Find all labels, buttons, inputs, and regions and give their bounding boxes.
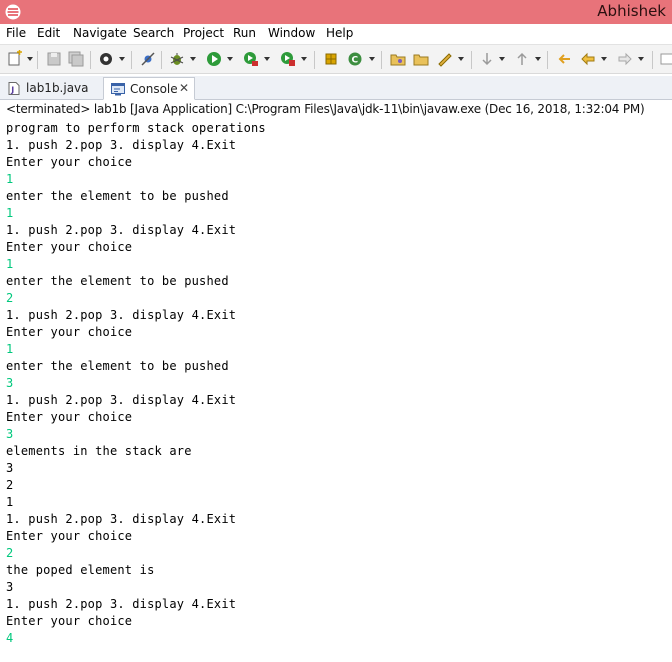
console-input-line: 3 [6, 376, 14, 390]
debug-run-dropdown-icon[interactable] [190, 57, 196, 61]
console-output-line: enter the element to be pushed [6, 189, 229, 203]
console-input-line: 3 [6, 427, 14, 441]
close-icon[interactable]: ✕ [179, 81, 189, 95]
toolbar-separator [381, 51, 382, 69]
toolbar-separator [90, 51, 91, 69]
console-input-line: 1 [6, 257, 14, 271]
console-icon [111, 83, 125, 96]
console-output-line: enter the element to be pushed [6, 274, 229, 288]
java-file-icon: J [8, 82, 20, 95]
tab-console[interactable]: Console ✕ [103, 77, 195, 100]
save-all-icon[interactable] [67, 50, 85, 68]
skip-breakpoints-icon[interactable] [139, 50, 157, 68]
forward-icon[interactable] [616, 50, 634, 68]
console-output-line: the poped element is [6, 563, 155, 577]
console-output-line: Enter your choice [6, 240, 133, 254]
new-java-class-icon[interactable]: C [346, 50, 364, 68]
menu-window[interactable]: Window [268, 26, 315, 40]
eclipse-logo-icon [4, 3, 22, 21]
console-output-line: 1. push 2.pop 3. display 4.Exit [6, 512, 237, 526]
toolbar-separator [547, 51, 548, 69]
console-output-line: Enter your choice [6, 325, 133, 339]
run-dropdown-icon[interactable] [227, 57, 233, 61]
title-bar: Abhishek [0, 0, 672, 24]
new-dropdown-icon[interactable] [27, 57, 33, 61]
console-output-line: 1. push 2.pop 3. display 4.Exit [6, 393, 237, 407]
console-output-line: 1. push 2.pop 3. display 4.Exit [6, 308, 237, 322]
window-title: Abhishek [597, 2, 666, 20]
toolbar: C [0, 44, 672, 74]
console-output-line: Enter your choice [6, 529, 133, 543]
run-coverage-icon[interactable] [242, 50, 260, 68]
next-annotation-icon[interactable] [478, 50, 496, 68]
console-output-line: Enter your choice [6, 614, 133, 628]
toolbar-separator [161, 51, 162, 69]
console-output-line: program to perform stack operations [6, 121, 266, 135]
console-output-line: Enter your choice [6, 410, 133, 424]
toolbar-separator [314, 51, 315, 69]
menu-search[interactable]: Search [133, 26, 174, 40]
open-task-icon[interactable] [412, 50, 430, 68]
back-dropdown-icon[interactable] [601, 57, 607, 61]
coverage-dropdown-icon[interactable] [264, 57, 270, 61]
search-dropdown-icon[interactable] [458, 57, 464, 61]
run-icon[interactable] [205, 50, 223, 68]
save-icon[interactable] [45, 50, 63, 68]
editor-tab-strip: J lab1b.java Console ✕ [0, 76, 672, 100]
toolbar-separator [37, 51, 38, 69]
menu-navigate[interactable]: Navigate [73, 26, 127, 40]
console-status: <terminated> lab1b [Java Application] C:… [6, 102, 645, 116]
forward-dropdown-icon[interactable] [638, 57, 644, 61]
console-input-line: 1 [6, 342, 14, 356]
menu-bar: File Edit Navigate Search Project Run Wi… [0, 24, 672, 44]
tab-lab1b-java[interactable]: J lab1b.java [0, 77, 103, 100]
tab-label: lab1b.java [26, 81, 89, 95]
previous-annotation-icon[interactable] [513, 50, 531, 68]
external-tools-dropdown-icon[interactable] [301, 57, 307, 61]
new-icon[interactable] [6, 50, 24, 68]
pin-editor-icon[interactable] [658, 50, 672, 68]
console-output-line: 1. push 2.pop 3. display 4.Exit [6, 223, 237, 237]
console-output-line: 1. push 2.pop 3. display 4.Exit [6, 138, 237, 152]
menu-help[interactable]: Help [326, 26, 353, 40]
toolbar-separator [131, 51, 132, 69]
debug-perspective-icon[interactable] [97, 50, 115, 68]
toolbar-separator [471, 51, 472, 69]
console-output-line: enter the element to be pushed [6, 359, 229, 373]
external-tools-icon[interactable] [279, 50, 297, 68]
new-class-dropdown-icon[interactable] [369, 57, 375, 61]
console-output[interactable]: program to perform stack operations 1. pu… [6, 120, 666, 647]
menu-project[interactable]: Project [183, 26, 224, 40]
next-annotation-dropdown-icon[interactable] [499, 57, 505, 61]
debug-dropdown-icon[interactable] [119, 57, 125, 61]
menu-run[interactable]: Run [233, 26, 256, 40]
console-output-line: elements in the stack are [6, 444, 192, 458]
search-icon[interactable] [436, 50, 454, 68]
console-input-line: 2 [6, 546, 14, 560]
console-input-line: 2 [6, 291, 14, 305]
svg-text:J: J [10, 86, 14, 95]
console-output-line: 3 [6, 580, 14, 594]
menu-file[interactable]: File [6, 26, 26, 40]
console-input-line: 1 [6, 172, 14, 186]
tab-label: Console [130, 82, 178, 96]
toolbar-separator [652, 51, 653, 69]
new-java-package-icon[interactable] [322, 50, 340, 68]
menu-edit[interactable]: Edit [37, 26, 60, 40]
console-output-line: Enter your choice [6, 155, 133, 169]
console-output-line: 3 [6, 461, 14, 475]
console-output-line: 2 [6, 478, 14, 492]
debug-icon[interactable] [168, 50, 186, 68]
last-edit-location-icon[interactable] [555, 50, 573, 68]
console-output-line: 1 [6, 495, 14, 509]
console-output-line: 1. push 2.pop 3. display 4.Exit [6, 597, 237, 611]
open-type-icon[interactable] [389, 50, 407, 68]
console-input-line: 4 [6, 631, 14, 645]
back-icon[interactable] [579, 50, 597, 68]
svg-text:C: C [352, 56, 359, 66]
previous-annotation-dropdown-icon[interactable] [535, 57, 541, 61]
console-input-line: 1 [6, 206, 14, 220]
